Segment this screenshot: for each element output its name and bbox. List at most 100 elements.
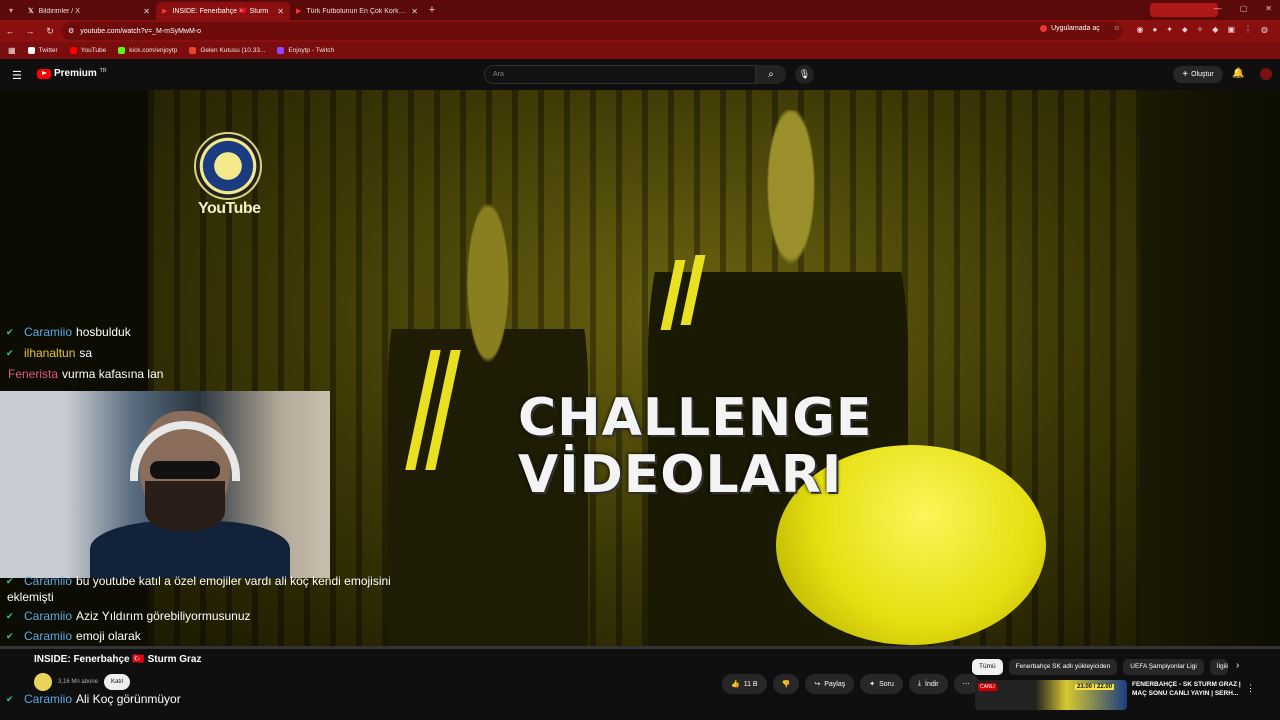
streamer-webcam (0, 391, 330, 578)
chat-message: ✔ Caramiio emoji olarak (6, 629, 141, 643)
verified-check-icon: ✔ (6, 576, 14, 586)
ask-button[interactable]: ✦ Soru (860, 674, 903, 694)
video-overlay-title: CHALLENGE VİDEOLARI (518, 388, 873, 506)
video-actions: 👍 11 B 👎 ↪ Paylaş ✦ Soru ⤓ İndir ⋯ (722, 674, 979, 694)
download-button[interactable]: ⤓ İndir (908, 674, 948, 694)
search-button[interactable]: ⌕ (756, 65, 786, 84)
recommendation-chips: Tümü Fenerbahçe SK adlı yükleyiciden UEF… (972, 659, 1228, 675)
back-icon[interactable]: ← (0, 26, 20, 36)
verified-check-icon: ✔ (6, 327, 14, 337)
match-times: 23.00 / 22.00 (1075, 684, 1115, 690)
tab-youtube-other[interactable]: ▶ Türk Futbolunun En Çok Korku... ✕ (290, 2, 424, 20)
youtube-header: ☰ Premium TR Ara ⌕ 🎙 + Oluştur 🔔 (0, 59, 1280, 90)
tab-notifications[interactable]: 𝕏 Bildirimler / X ✕ (22, 2, 156, 20)
star-icon[interactable]: ☆ (1114, 24, 1120, 32)
dislike-button[interactable]: 👎 (772, 674, 800, 694)
chat-message-continued: eklemişti (7, 590, 54, 604)
open-in-app-button[interactable]: Uygulamada aç ☆ (1040, 24, 1120, 32)
live-badge: CANLI (978, 683, 997, 691)
chat-message: ✔ Caramiio Ali Koç görünmüyor (6, 692, 181, 706)
new-tab-button[interactable]: + (424, 4, 440, 16)
join-button[interactable]: Katıl (104, 674, 131, 690)
profile-avatar-icon[interactable]: ◍ (1261, 25, 1268, 35)
create-button[interactable]: + Oluştur (1173, 66, 1223, 83)
share-button[interactable]: ↪ Paylaş (805, 674, 855, 694)
channel-avatar[interactable] (34, 673, 52, 691)
apps-grid-icon[interactable]: ▦ (8, 46, 16, 55)
plus-icon: + (1182, 69, 1189, 80)
recommended-video-title[interactable]: FENERBAHÇE - SK STURM GRAZ | MAÇ SONU CA… (1132, 681, 1252, 699)
chat-message: ✔ Caramiio bu youtube katıl a özel emojil… (6, 574, 391, 588)
extensions-area: ◉ ● ✦ ⬥ ✧ ◆ ▣ ⋮ ◍ (1136, 25, 1268, 35)
extension-icon[interactable]: ● (1152, 25, 1157, 35)
chevron-right-icon[interactable]: › (1236, 660, 1239, 671)
youtube-icon: ▶ (296, 8, 302, 15)
chip-from-uploader[interactable]: Fenerbahçe SK adlı yükleyiciden (1008, 659, 1118, 675)
chip-all[interactable]: Tümü (972, 659, 1003, 675)
youtube-icon: ▶ (162, 8, 168, 15)
video-progress-bar[interactable] (0, 646, 1280, 649)
extension-icon[interactable]: ◉ (1136, 25, 1143, 35)
extension-icon[interactable]: ✧ (1197, 25, 1204, 35)
extension-icon[interactable]: ◆ (1212, 25, 1218, 35)
youtube-play-icon (37, 68, 51, 79)
profile-button[interactable] (1150, 3, 1218, 17)
sunglasses-icon (150, 461, 220, 479)
bookmark-kick[interactable]: kick.com/enjoytp (118, 47, 177, 54)
bookmark-youtube[interactable]: YouTube (69, 47, 106, 54)
app-icon (1040, 24, 1048, 32)
search-input[interactable]: Ara (484, 65, 756, 84)
chip-related[interactable]: İlgili (1209, 659, 1228, 675)
extension-icon[interactable]: ⬥ (1182, 25, 1188, 35)
notifications-bell-icon[interactable]: 🔔 (1232, 68, 1244, 79)
streamer-beard (145, 481, 225, 531)
bookmark-gmail[interactable]: Gelen Kutusu (10.33... (189, 47, 265, 54)
extension-icon[interactable]: ✦ (1166, 25, 1173, 35)
more-vertical-icon[interactable]: ⋮ (1246, 683, 1255, 694)
voice-search-button[interactable]: 🎙 (795, 65, 814, 84)
chat-message: ✔ Caramiio hosbulduk (6, 325, 131, 339)
more-horizontal-icon: ⋯ (962, 681, 970, 688)
chip-ucl[interactable]: UEFA Şampiyonlar Ligi (1123, 659, 1204, 675)
tab-youtube-video[interactable]: ▶ INSIDE: Fenerbahçe 🇹🇷 Sturm ✕ (156, 2, 290, 20)
hamburger-menu-icon[interactable]: ☰ (12, 69, 22, 82)
bookmark-twitter[interactable]: Twitter (27, 47, 58, 54)
account-avatar[interactable] (1260, 68, 1272, 80)
download-icon: ⤓ (917, 680, 921, 687)
chat-message: ✔ ilhanaltun sa (6, 346, 93, 360)
close-tab-icon[interactable]: ✕ (411, 7, 418, 16)
youtube-watermark: YouTube (198, 200, 261, 217)
youtube-icon (69, 47, 77, 54)
x-logo-icon: 𝕏 (28, 8, 34, 15)
sparkle-icon: ✦ (869, 681, 876, 688)
gmail-icon (189, 47, 197, 54)
like-button[interactable]: 👍 11 B (722, 674, 767, 694)
share-icon: ↪ (814, 681, 821, 688)
verified-check-icon: ✔ (6, 611, 14, 621)
verified-check-icon: ✔ (6, 348, 14, 358)
bookmarks-bar: ▦ Twitter YouTube kick.com/enjoytp Gelen… (0, 42, 1280, 59)
browser-menu-icon[interactable]: ▾ (0, 6, 22, 15)
twitch-icon (277, 47, 285, 54)
url-field[interactable]: ⚙ youtube.com/watch?v=_M-mSyMwM-o (62, 22, 1122, 40)
close-window-icon[interactable]: ✕ (1265, 4, 1272, 13)
minimize-icon[interactable]: — (1214, 4, 1222, 13)
close-tab-icon[interactable]: ✕ (143, 7, 150, 16)
search-icon: ⌕ (768, 69, 774, 80)
browser-tab-bar: ▾ 𝕏 Bildirimler / X ✕ ▶ INSIDE: Fenerbah… (0, 0, 1280, 20)
site-info-icon[interactable]: ⚙ (68, 27, 74, 35)
close-tab-icon[interactable]: ✕ (277, 7, 284, 16)
bookmark-twitch[interactable]: Enjoytp - Twitch (277, 47, 334, 54)
thumbs-up-icon: 👍 (731, 681, 740, 688)
reload-icon[interactable]: ↻ (40, 26, 60, 37)
kick-icon (118, 47, 126, 54)
mic-icon: 🎙 (798, 69, 811, 79)
forward-icon[interactable]: → (20, 26, 40, 36)
address-bar-row: ← → ↻ ⚙ youtube.com/watch?v=_M-mSyMwM-o … (0, 20, 1280, 42)
youtube-premium-logo[interactable]: Premium TR (37, 68, 106, 79)
menu-icon[interactable]: ⋮ (1244, 25, 1252, 35)
puzzle-icon[interactable]: ▣ (1227, 25, 1235, 35)
verified-check-icon: ✔ (6, 694, 14, 704)
fenerbahce-crest-icon (194, 132, 262, 200)
maximize-icon[interactable]: ▢ (1240, 4, 1248, 13)
